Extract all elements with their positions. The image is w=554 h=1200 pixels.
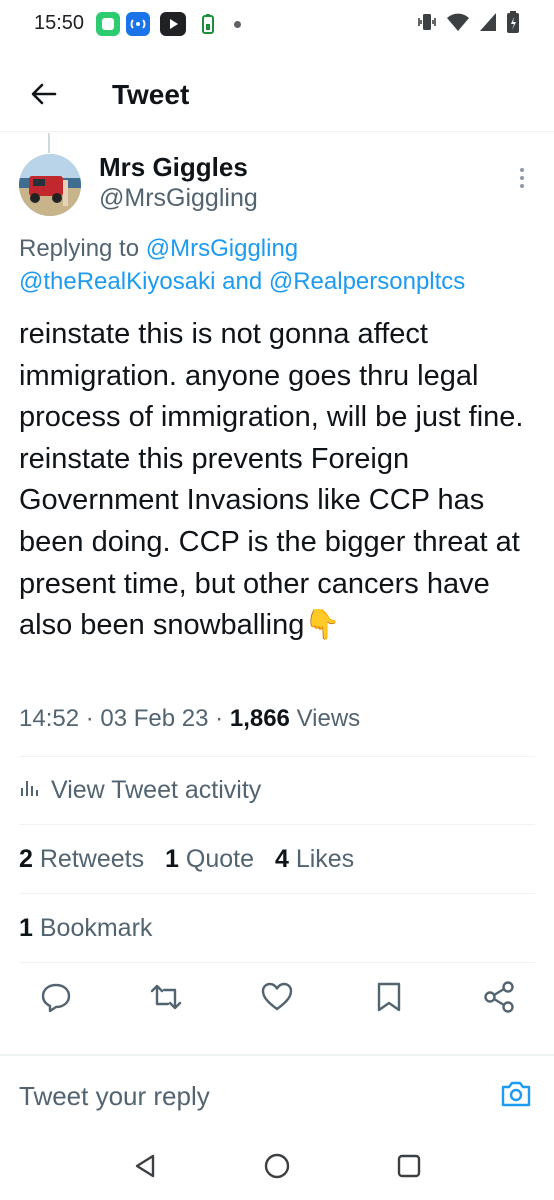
divider — [19, 962, 535, 963]
reply-input[interactable]: Tweet your reply — [19, 1081, 210, 1112]
tweet-action-bar — [0, 980, 554, 1020]
top-app-bar: Tweet — [0, 60, 554, 132]
analytics-icon — [19, 776, 41, 805]
views-count: 1,866 — [229, 705, 290, 732]
status-time: 15:50 — [34, 12, 85, 34]
notification-dot — [234, 21, 241, 28]
likes-stat[interactable]: 4 Likes — [275, 845, 354, 873]
camera-icon[interactable] — [500, 1078, 532, 1110]
author-display-name[interactable]: Mrs Giggles — [99, 152, 248, 183]
engagement-stats: 2 Retweets 1 Quote 4 Likes — [19, 845, 368, 874]
share-icon[interactable] — [482, 980, 516, 1014]
retweets-stat[interactable]: 2 Retweets — [19, 845, 144, 873]
author-handle[interactable]: @MrsGiggling — [99, 184, 258, 213]
tweet-text: reinstate this is not gonna affect immig… — [19, 318, 524, 642]
bookmarks-stat[interactable]: 1 Bookmark — [19, 914, 152, 943]
like-heart-icon[interactable] — [260, 980, 294, 1014]
tweet-time: 14:52 — [19, 705, 80, 732]
replying-and: and — [222, 268, 263, 295]
battery-icon — [506, 10, 520, 39]
bookmark-icon[interactable] — [372, 980, 406, 1014]
avatar[interactable] — [19, 154, 81, 216]
system-navigation-bar — [0, 1130, 554, 1200]
view-activity-label: View Tweet activity — [51, 776, 262, 804]
divider — [19, 824, 535, 825]
replying-to: Replying to @MrsGiggling @theRealKiyosak… — [19, 232, 539, 298]
divider — [19, 756, 535, 757]
nav-back-icon[interactable] — [131, 1152, 159, 1180]
meta-separator: · — [215, 705, 224, 732]
tweet-date: 03 Feb 23 — [100, 705, 209, 732]
views-label: Views — [296, 705, 361, 732]
youtube-icon — [160, 12, 186, 36]
page-title: Tweet — [112, 79, 190, 110]
hotspot-icon — [126, 12, 150, 36]
battery-saver-icon — [196, 12, 220, 36]
quotes-stat[interactable]: 1 Quote — [165, 845, 254, 873]
chat-app-icon — [96, 12, 120, 36]
replying-prefix: Replying to — [19, 235, 140, 262]
reply-mention-link[interactable]: @Realpersonpltcs — [269, 268, 465, 295]
status-bar: 15:50 — [0, 0, 554, 50]
reply-mention-link[interactable]: @MrsGiggling — [146, 235, 298, 262]
reply-composer[interactable]: Tweet your reply — [0, 1056, 554, 1126]
back-arrow-icon[interactable] — [28, 78, 60, 110]
meta-separator: · — [85, 705, 94, 732]
vibrate-icon — [416, 11, 438, 38]
tweet-meta: 14:52 · 03 Feb 23 · 1,866 Views — [19, 705, 360, 733]
signal-icon — [478, 11, 498, 38]
thread-connector-line — [48, 133, 50, 153]
more-options-icon[interactable] — [514, 165, 530, 191]
nav-recents-icon[interactable] — [395, 1152, 423, 1180]
nav-home-icon[interactable] — [263, 1152, 291, 1180]
retweet-icon[interactable] — [149, 980, 183, 1014]
divider — [19, 893, 535, 894]
reply-mention-link[interactable]: @theRealKiyosaki — [19, 268, 215, 295]
reply-icon[interactable] — [39, 980, 73, 1014]
view-tweet-activity[interactable]: View Tweet activity — [19, 776, 261, 805]
wifi-icon — [446, 11, 470, 38]
